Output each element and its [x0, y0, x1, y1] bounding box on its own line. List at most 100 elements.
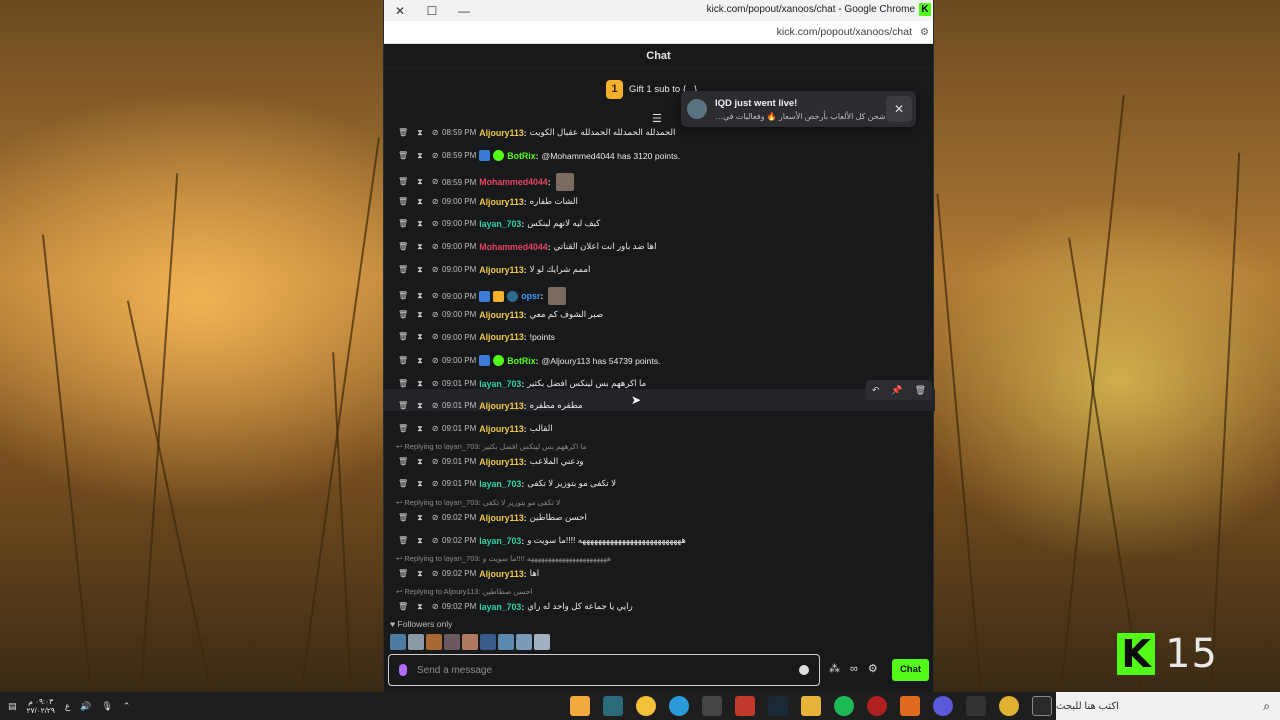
app-icon[interactable] [933, 696, 953, 716]
ban-icon[interactable]: ⊘ [432, 401, 439, 411]
ban-icon[interactable]: ⊘ [432, 479, 439, 489]
infinity-icon[interactable]: ∞ [850, 663, 858, 675]
username[interactable]: Aljoury113 [479, 424, 524, 434]
reply-context[interactable]: ↩ Replying to layan_703: ما اكرههم بس لي… [396, 442, 587, 451]
ban-icon[interactable]: ⊘ [432, 602, 439, 612]
trash-icon[interactable]: 🗑 [398, 151, 408, 161]
taskbar-search[interactable]: اكتب هنا للبحث ⌕ [1056, 692, 1280, 720]
maximize-window-icon[interactable]: ☐ [416, 0, 448, 21]
trash-icon[interactable]: 🗑 [398, 457, 408, 467]
timeout-icon[interactable]: ⧗ [417, 291, 423, 301]
timeout-icon[interactable]: ⧗ [417, 310, 423, 320]
chat-input[interactable]: Send a message [388, 654, 820, 686]
timeout-icon[interactable]: ⧗ [417, 242, 423, 252]
points-icon[interactable]: ⁂ [829, 662, 840, 675]
chat-message[interactable]: 🗑 ⧗ ⊘ 09:00 PM BotRix: @Aljoury113 has 54739 … [398, 355, 660, 366]
emote-thumb[interactable] [516, 634, 532, 650]
trash-icon[interactable]: 🗑 [398, 219, 408, 229]
trash-icon[interactable]: 🗑 [398, 536, 408, 546]
chat-message[interactable]: 🗑 ⧗ ⊘ 08:59 PM Aljoury113: الحمدلله الحمدلله … [398, 127, 675, 138]
username[interactable]: Aljoury113 [479, 197, 524, 207]
emote-thumb[interactable] [390, 634, 406, 650]
ban-icon[interactable]: ⊘ [432, 197, 439, 207]
chat-message[interactable]: 🗑 ⧗ ⊘ 09:02 PM Aljoury113: اها [398, 568, 539, 579]
username[interactable]: Mohammed4044 [479, 242, 547, 252]
ban-icon[interactable]: ⊘ [432, 379, 439, 389]
timeout-icon[interactable]: ⧗ [417, 569, 423, 579]
username[interactable]: Aljoury113 [479, 128, 524, 138]
trash-icon[interactable]: 🗑 [398, 479, 408, 489]
reply-context[interactable]: ↩ Replying to layan_703: ههههههههههههههه… [396, 554, 611, 563]
trash-icon[interactable]: 🗑 [398, 310, 408, 320]
mic-icon[interactable] [399, 664, 407, 676]
username[interactable]: Aljoury113 [479, 513, 524, 523]
ban-icon[interactable]: ⊘ [432, 177, 439, 187]
trash-icon[interactable]: 🗑 [398, 291, 408, 301]
reply-icon[interactable]: ↶ [872, 385, 880, 396]
trash-icon[interactable]: 🗑 [398, 424, 408, 434]
app-icon[interactable] [900, 696, 920, 716]
trash-icon[interactable]: 🗑 [398, 128, 408, 138]
username[interactable]: Aljoury113 [479, 457, 524, 467]
emote-thumb[interactable] [498, 634, 514, 650]
emote-thumb[interactable] [408, 634, 424, 650]
chat-message[interactable]: 🗑 ⧗ ⊘ 09:00 PM Aljoury113: !points [398, 332, 555, 342]
steam-icon[interactable] [768, 696, 788, 716]
edge-icon[interactable] [669, 696, 689, 716]
notification-icon[interactable]: ▤ [8, 701, 17, 712]
emoji-icon[interactable] [799, 665, 809, 675]
reply-context[interactable]: ↩ Replying to layan_703: لا تكفى مو بتوز… [396, 498, 560, 507]
close-window-icon[interactable]: ✕ [384, 0, 416, 21]
emote-thumb[interactable] [462, 634, 478, 650]
trash-icon[interactable]: 🗑 [398, 379, 408, 389]
minimize-window-icon[interactable]: — [448, 0, 480, 21]
emote-thumb[interactable] [426, 634, 442, 650]
ban-icon[interactable]: ⊘ [432, 457, 439, 467]
chat-message[interactable]: 🗑 ⧗ ⊘ 09:00 PM Aljoury113: الشات طفاره [398, 196, 578, 207]
ban-icon[interactable]: ⊘ [432, 128, 439, 138]
timeout-icon[interactable]: ⧗ [417, 177, 423, 187]
trash-icon[interactable]: 🗑 [398, 401, 408, 411]
app-icon[interactable] [636, 696, 656, 716]
close-icon[interactable]: ✕ [886, 96, 912, 122]
chat-message[interactable]: 🗑 ⧗ ⊘ 09:00 PM Aljoury113: صبر الشوف كم معي [398, 309, 603, 320]
username[interactable]: Aljoury113 [479, 401, 524, 411]
spotify-icon[interactable] [834, 696, 854, 716]
chat-message[interactable]: 🗑 ⧗ ⊘ 09:01 PM layan_703: ما اكرههم بس لينكس … [398, 378, 646, 389]
app-icon[interactable] [735, 696, 755, 716]
chat-message[interactable]: 🗑 ⧗ ⊘ 09:02 PM layan_703: ههههههههههههههههههه… [398, 535, 686, 546]
emote-thumb[interactable] [444, 634, 460, 650]
live-notification-toast[interactable]: IQD just went live! شحن كل الألعاب بأرخص… [681, 91, 916, 127]
chat-message[interactable]: 🗑 ⧗ ⊘ 08:59 PM BotRix: @Mohammed4044 has 3120… [398, 150, 680, 161]
epic-icon[interactable] [966, 696, 986, 716]
task-view-icon[interactable] [1032, 696, 1052, 716]
username[interactable]: Aljoury113 [479, 569, 524, 579]
ban-icon[interactable]: ⊘ [432, 332, 439, 342]
ban-icon[interactable]: ⊘ [432, 219, 439, 229]
timeout-icon[interactable]: ⧗ [417, 479, 423, 489]
language-indicator[interactable]: ع [65, 701, 70, 712]
chevron-up-icon[interactable]: ⌃ [123, 701, 131, 712]
chat-message[interactable]: 🗑 ⧗ ⊘ 09:01 PM Aljoury113: القالب [398, 423, 553, 434]
volume-icon[interactable]: 🔊 [80, 701, 91, 712]
trash-icon[interactable]: 🗑 [398, 513, 408, 523]
timeout-icon[interactable]: ⧗ [417, 128, 423, 138]
ban-icon[interactable]: ⊘ [432, 536, 439, 546]
username[interactable]: opsr [521, 291, 540, 301]
timeout-icon[interactable]: ⧗ [417, 536, 423, 546]
folder-icon[interactable] [801, 696, 821, 716]
ban-icon[interactable]: ⊘ [432, 569, 439, 579]
emote-thumb[interactable] [534, 634, 550, 650]
chrome-icon[interactable] [999, 696, 1019, 716]
chat-message[interactable]: 🗑 ⧗ ⊘ 09:01 PM Aljoury113: ودعني الملاعب [398, 456, 584, 467]
timeout-icon[interactable]: ⧗ [417, 151, 423, 161]
pin-icon[interactable]: 📌 [891, 385, 902, 396]
trash-icon[interactable]: 🗑 [398, 356, 408, 366]
chat-message-list[interactable]: 🗑 ⧗ ⊘ 08:59 PM Aljoury113: الحمدلله الحمدلله … [384, 117, 935, 612]
trash-icon[interactable]: 🗑 [398, 602, 408, 612]
address-bar[interactable]: kick.com/popout/xanoos/chat ⚙ [384, 21, 933, 44]
trash-icon[interactable]: 🗑 [398, 569, 408, 579]
clock[interactable]: ٠٩:٠٣ م ٢٧/٠٢/٢٩ [27, 697, 55, 715]
timeout-icon[interactable]: ⧗ [417, 457, 423, 467]
timeout-icon[interactable]: ⧗ [417, 513, 423, 523]
